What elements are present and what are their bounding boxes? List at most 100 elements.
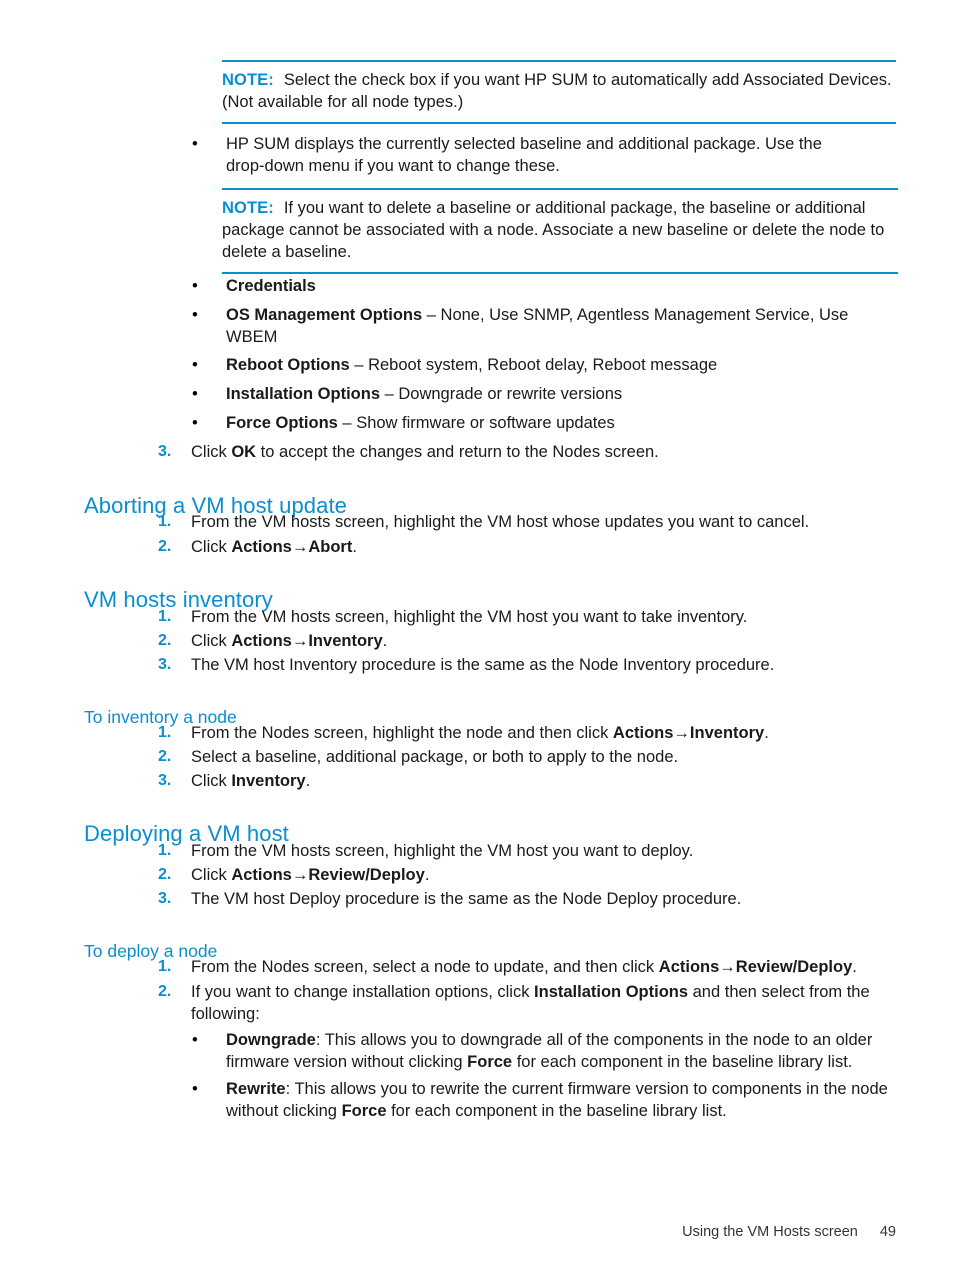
list-item-text: Credentials: [226, 275, 872, 297]
step-text: Select a baseline, additional package, o…: [191, 746, 878, 768]
step-text: If you want to change installation optio…: [191, 981, 898, 1025]
step-text-post: to accept the changes and return to the …: [256, 443, 659, 461]
step-text-bold: Actions→Review/Deploy: [231, 866, 425, 884]
step-text-bold: Actions→Inventory: [231, 632, 383, 650]
step-number: 3.: [158, 443, 172, 460]
step-item: 2. If you want to change installation op…: [158, 981, 898, 1025]
bullet-icon: •: [192, 306, 198, 324]
note-label: NOTE:: [222, 71, 274, 89]
step-number: 2.: [158, 632, 172, 649]
list-item-text: Reboot Options – Reboot system, Reboot d…: [226, 354, 872, 376]
step-text-pre: From the VM hosts screen, highlight the …: [191, 608, 748, 626]
term-description-bold: Force: [467, 1053, 513, 1071]
step-text: Click Actions→Abort.: [191, 536, 858, 558]
step-text-post: .: [764, 724, 769, 742]
step-text: The VM host Inventory procedure is the s…: [191, 654, 888, 676]
term-label: Rewrite: [226, 1080, 286, 1098]
step-text: Click Actions→Inventory.: [191, 630, 858, 652]
step-number: 1.: [158, 608, 172, 625]
note-label: NOTE:: [222, 199, 274, 217]
bullet-icon: •: [192, 385, 198, 403]
note-box-associated-devices: NOTE: Select the check box if you want HP…: [222, 60, 896, 124]
term-label: OS Management Options: [226, 306, 423, 324]
step-number: 1.: [158, 724, 172, 741]
list-item-force-options: • Force Options – Show firmware or softw…: [192, 412, 872, 434]
term-label: Force Options: [226, 414, 338, 432]
note-box-delete-baseline: NOTE: If you want to delete a baseline or…: [222, 188, 898, 274]
bullet-icon: •: [192, 1031, 198, 1049]
list-item-downgrade: • Downgrade: This allows you to downgrad…: [192, 1029, 896, 1073]
footer-title: Using the VM Hosts screen: [682, 1224, 858, 1240]
term-label: Reboot Options: [226, 356, 350, 374]
step-item: 3. Click Inventory.: [158, 770, 858, 792]
step-item: 2. Select a baseline, additional package…: [158, 746, 878, 768]
list-item-text: HP SUM displays the currently selected b…: [226, 135, 822, 175]
step-text-pre: From the Nodes screen, select a node to …: [191, 958, 659, 976]
step-item: 1. From the VM hosts screen, highlight t…: [158, 511, 858, 533]
step-text: From the VM hosts screen, highlight the …: [191, 606, 858, 628]
step-item: 1. From the Nodes screen, highlight the …: [158, 722, 898, 744]
step-item: 3. The VM host Deploy procedure is the s…: [158, 888, 888, 910]
step-item: 1. From the VM hosts screen, highlight t…: [158, 606, 858, 628]
list-item-text: OS Management Options – None, Use SNMP, …: [226, 304, 864, 348]
step-item: 3. The VM host Inventory procedure is th…: [158, 654, 888, 676]
footer-page-number: 49: [879, 1224, 896, 1240]
step-text-bold: Installation Options: [534, 983, 689, 1001]
bullet-icon: •: [192, 135, 198, 153]
term-description-bold: Force: [341, 1102, 387, 1120]
document-page: NOTE: Select the check box if you want HP…: [0, 0, 954, 1271]
note-text: If you want to delete a baseline or addi…: [222, 199, 885, 261]
step-text-bold: OK: [231, 443, 257, 461]
step-number: 1.: [158, 842, 172, 859]
step-number: 3.: [158, 890, 172, 907]
bullet-icon: •: [192, 1080, 198, 1098]
page-footer: Using the VM Hosts screen 49: [0, 1224, 954, 1240]
term-description: – Show firmware or software updates: [337, 414, 615, 432]
step-number: 3.: [158, 656, 172, 673]
list-item-text: Rewrite: This allows you to rewrite the …: [226, 1078, 896, 1122]
step-text-post: .: [852, 958, 857, 976]
step-text-bold: Actions→Abort: [231, 538, 353, 556]
step-text-post: .: [382, 632, 388, 650]
term-description-part2: for each component in the baseline libra…: [386, 1102, 727, 1120]
step-text-pre: Select a baseline, additional package, o…: [191, 748, 679, 766]
step-text-pre: The VM host Deploy procedure is the same…: [191, 890, 742, 908]
step-number: 2.: [158, 538, 172, 555]
step-text-pre: From the Nodes screen, highlight the nod…: [191, 724, 613, 742]
step-text-pre: Click: [191, 443, 232, 461]
step-text-pre: The VM host Inventory procedure is the s…: [191, 656, 775, 674]
step-text: The VM host Deploy procedure is the same…: [191, 888, 888, 910]
bullet-icon: •: [192, 356, 198, 374]
step-item: 1. From the Nodes screen, select a node …: [158, 956, 898, 978]
step-text-bold: Actions→Inventory: [612, 724, 765, 742]
step-number: 2.: [158, 983, 172, 1000]
note-text: Select the check box if you want HP SUM …: [222, 71, 892, 111]
step-text-post: .: [305, 772, 311, 790]
step-text-pre: From the VM hosts screen, highlight the …: [191, 513, 810, 531]
list-item-credentials: • Credentials: [192, 275, 872, 297]
list-item-text: Installation Options – Downgrade or rewr…: [226, 383, 872, 405]
term-label: Downgrade: [226, 1031, 316, 1049]
list-item-reboot-options: • Reboot Options – Reboot system, Reboot…: [192, 354, 872, 376]
step-number: 2.: [158, 748, 172, 765]
step-text-pre: Click: [191, 538, 232, 556]
term-description: – Reboot system, Reboot delay, Reboot me…: [349, 356, 718, 374]
step-item: 2. Click Actions→Inventory.: [158, 630, 858, 652]
term-description: – Downgrade or rewrite versions: [380, 385, 623, 403]
step-text: From the Nodes screen, select a node to …: [191, 956, 898, 978]
list-item-intro-bullet: • HP SUM displays the currently selected…: [192, 133, 852, 177]
bullet-icon: •: [192, 277, 198, 295]
step-text: From the Nodes screen, highlight the nod…: [191, 722, 898, 744]
step-item: 2. Click Actions→Abort.: [158, 536, 858, 558]
step-text: Click Inventory.: [191, 770, 858, 792]
note-body: NOTE: Select the check box if you want HP…: [222, 69, 896, 113]
list-item-text: Force Options – Show firmware or softwar…: [226, 412, 872, 434]
step-item-click-ok: 3. Click OK to accept the changes and re…: [158, 441, 858, 463]
step-text-bold: Actions→Review/Deploy: [658, 958, 853, 976]
step-text: From the VM hosts screen, highlight the …: [191, 511, 858, 533]
step-text: Click Actions→Review/Deploy.: [191, 864, 858, 886]
step-text-post: .: [424, 866, 430, 884]
list-item-rewrite: • Rewrite: This allows you to rewrite th…: [192, 1078, 896, 1122]
step-item: 1. From the VM hosts screen, highlight t…: [158, 840, 878, 862]
step-number: 1.: [158, 513, 172, 530]
